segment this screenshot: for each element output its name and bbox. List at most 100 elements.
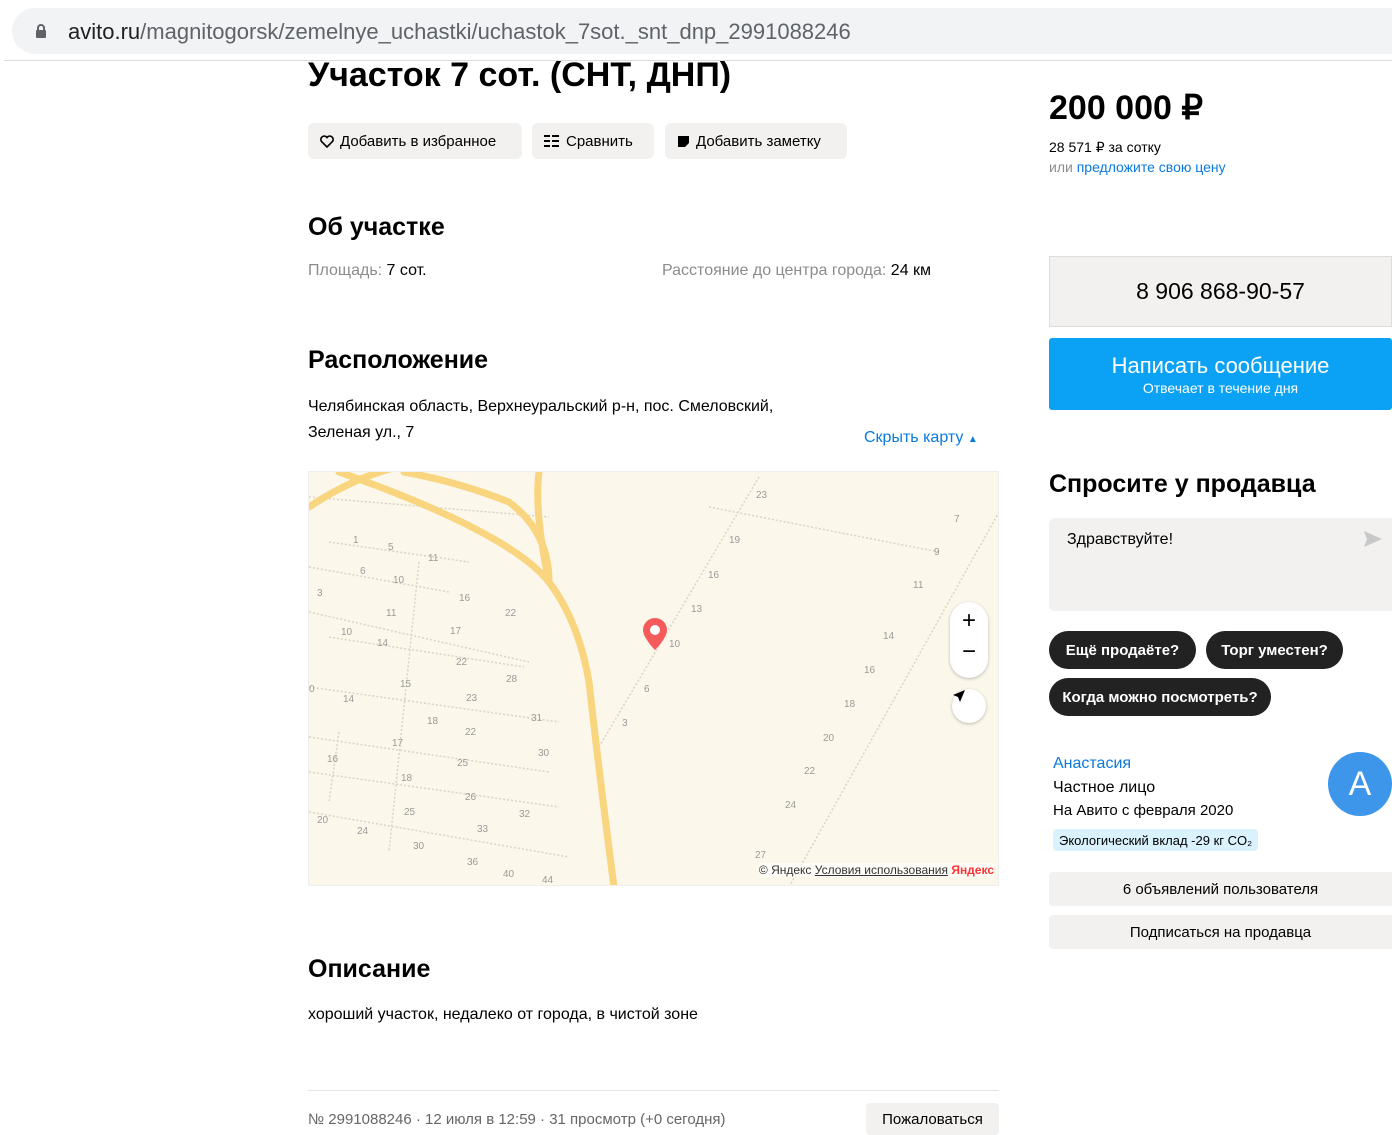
house-number-label: 44 bbox=[542, 875, 554, 886]
house-number-label: 10 bbox=[341, 627, 353, 638]
house-number-label: 23 bbox=[466, 693, 478, 704]
offer-price-link[interactable]: предложите свою цену bbox=[1077, 159, 1226, 175]
description-text: хороший участок, недалеко от города, в ч… bbox=[308, 1006, 698, 1023]
url-domain: avito.ru bbox=[68, 19, 141, 44]
message-button-label: Написать сообщение bbox=[1111, 352, 1330, 378]
write-message-button[interactable]: Написать сообщение Отвечает в течение дн… bbox=[1049, 338, 1392, 410]
area-row: Площадь: 7 сот. bbox=[308, 262, 427, 280]
address-bar[interactable]: avito.ru/magnitogorsk/zemelnye_uchastki/… bbox=[12, 8, 1392, 54]
address-line-1: Челябинская область, Верхнеуральский р-н… bbox=[308, 398, 774, 415]
house-number-label: 30 bbox=[413, 841, 425, 852]
compare-button[interactable]: Сравнить bbox=[532, 123, 654, 159]
house-number-label: 25 bbox=[457, 758, 469, 769]
distance-value: 24 км bbox=[890, 262, 932, 279]
message-response-time: Отвечает в течение дня bbox=[1142, 379, 1299, 396]
quick-question-still-selling[interactable]: Ещё продаёте? bbox=[1049, 631, 1196, 669]
house-number-label: 3 bbox=[622, 718, 628, 729]
offer-prefix: или bbox=[1049, 159, 1073, 175]
add-to-favorites-button[interactable]: Добавить в избранное bbox=[308, 123, 522, 159]
house-number-label: 15 bbox=[400, 679, 412, 690]
house-number-label: 26 bbox=[465, 792, 477, 803]
house-number-label: 16 bbox=[864, 665, 876, 676]
ask-seller-heading: Спросите у продавца bbox=[1049, 470, 1316, 498]
house-number-label: 16 bbox=[327, 754, 339, 765]
user-ads-button[interactable]: 6 объявлений пользователя bbox=[1049, 872, 1392, 906]
house-number-label: 23 bbox=[756, 490, 768, 501]
quick-question-viewing[interactable]: Когда можно посмотреть? bbox=[1049, 678, 1271, 716]
house-number-label: 31 bbox=[531, 713, 543, 724]
avatar[interactable]: A bbox=[1328, 752, 1392, 816]
house-number-label: 13 bbox=[691, 604, 703, 615]
map-copyright: © Яндекс bbox=[758, 863, 812, 877]
house-number-label: 19 bbox=[729, 535, 741, 546]
note-icon bbox=[677, 135, 690, 148]
house-number-label: 10 bbox=[669, 639, 681, 650]
zoom-in-button[interactable]: + bbox=[958, 608, 980, 634]
house-number-label: 0 bbox=[309, 684, 315, 695]
geolocate-button[interactable] bbox=[952, 689, 986, 723]
house-number-label: 20 bbox=[317, 815, 329, 826]
house-number-label: 11 bbox=[913, 580, 924, 591]
house-number-label: 18 bbox=[427, 716, 439, 727]
house-number-label: 22 bbox=[456, 657, 468, 668]
quick-question-bargain[interactable]: Торг уместен? bbox=[1206, 631, 1343, 669]
chevron-up-icon: ▲ bbox=[967, 434, 978, 445]
map-pin bbox=[643, 618, 667, 650]
eco-badge[interactable]: Экологический вклад -29 кг CO₂ bbox=[1053, 829, 1259, 851]
house-number-label: 14 bbox=[377, 638, 389, 649]
house-number-label: 18 bbox=[844, 699, 856, 710]
house-number-label: 14 bbox=[343, 694, 355, 705]
house-number-label: 9 bbox=[934, 547, 940, 558]
about-heading: Об участке bbox=[308, 213, 445, 241]
house-number-label: 27 bbox=[755, 850, 767, 861]
seller-type: Частное лицо bbox=[1053, 779, 1156, 796]
house-number-label: 36 bbox=[467, 857, 479, 868]
house-number-label: 24 bbox=[357, 826, 369, 837]
heart-icon bbox=[320, 134, 334, 148]
hide-map-link[interactable]: Скрыть карту ▲ bbox=[864, 429, 978, 447]
house-number-label: 14 bbox=[883, 631, 895, 642]
offer-price-row: или предложите свою цену bbox=[1049, 159, 1226, 175]
map-roads bbox=[309, 472, 998, 885]
seller-since: На Авито с февраля 2020 bbox=[1053, 802, 1234, 819]
area-label: Площадь: bbox=[308, 262, 383, 279]
house-number-label: 22 bbox=[804, 766, 816, 777]
zoom-out-button[interactable]: − bbox=[958, 639, 980, 665]
send-icon[interactable] bbox=[1364, 531, 1382, 547]
house-number-label: 24 bbox=[785, 800, 797, 811]
house-number-label: 22 bbox=[465, 727, 477, 738]
house-number-label: 1 bbox=[353, 535, 359, 546]
house-number-label: 28 bbox=[506, 674, 518, 685]
location-arrow-icon bbox=[953, 690, 965, 702]
yandex-logo: Яндекс bbox=[951, 863, 994, 877]
report-button[interactable]: Пожаловаться bbox=[866, 1103, 999, 1135]
ask-seller-input[interactable]: Здравствуйте! bbox=[1049, 518, 1392, 611]
url-text: avito.ru/magnitogorsk/zemelnye_uchastki/… bbox=[68, 19, 851, 45]
subscribe-button[interactable]: Подписаться на продавца bbox=[1049, 915, 1392, 949]
house-number-label: 33 bbox=[477, 824, 489, 835]
listing-meta: № 2991088246 · 12 июля в 12:59 · 31 прос… bbox=[308, 1111, 726, 1128]
address-line-2: Зеленая ул., 7 bbox=[308, 424, 415, 441]
house-number-label: 32 bbox=[519, 809, 531, 820]
add-note-button[interactable]: Добавить заметку bbox=[665, 123, 847, 159]
description-heading: Описание bbox=[308, 955, 431, 983]
url-path: /magnitogorsk/zemelnye_uchastki/uchastok… bbox=[140, 19, 851, 44]
area-value: 7 сот. bbox=[386, 262, 427, 279]
house-number-label: 18 bbox=[401, 773, 413, 784]
map-credit: © Яндекс Условия использования Яндекс bbox=[758, 863, 994, 877]
house-number-label: 17 bbox=[450, 626, 462, 637]
distance-label: Расстояние до центра города: bbox=[662, 262, 887, 279]
ask-seller-text: Здравствуйте! bbox=[1067, 531, 1174, 548]
map-terms-link[interactable]: Условия использования bbox=[815, 863, 948, 877]
seller-name-link[interactable]: Анастасия bbox=[1053, 755, 1131, 773]
house-number-label: 6 bbox=[644, 684, 650, 695]
phone-button[interactable]: 8 906 868-90-57 bbox=[1049, 256, 1392, 327]
compare-label: Сравнить bbox=[566, 132, 633, 150]
house-number-label: 11 bbox=[386, 608, 397, 619]
house-number-label: 30 bbox=[538, 748, 550, 759]
house-number-label: 5 bbox=[388, 542, 394, 553]
house-number-label: 20 bbox=[823, 733, 835, 744]
house-number-label: 10 bbox=[393, 575, 405, 586]
map[interactable]: 1 5 11 6 10 3 16 22 11 17 10 14 22 28 15 23 0 14 18 22 31 17 3… bbox=[308, 471, 999, 886]
house-number-label: 22 bbox=[505, 608, 517, 619]
